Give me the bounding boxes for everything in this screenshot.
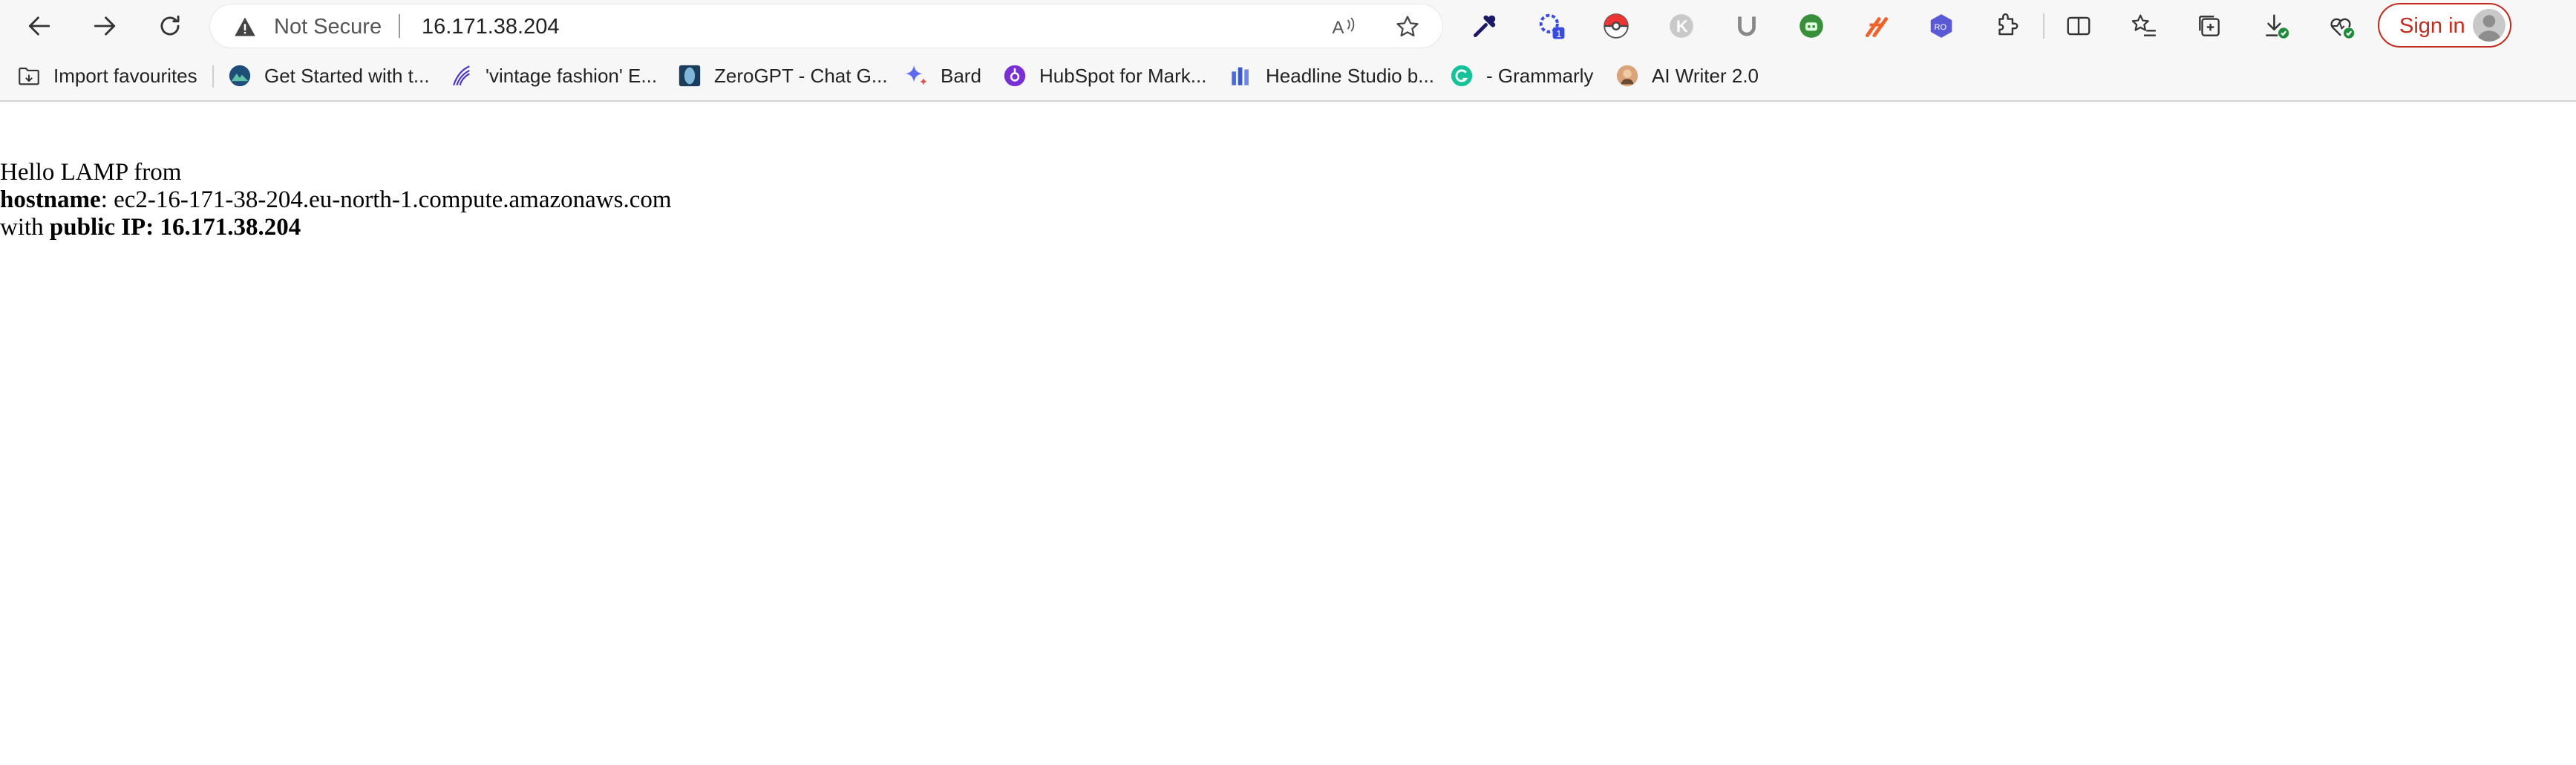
bookmark-label: Get Started with t... — [264, 64, 430, 87]
svg-text:A: A — [1333, 18, 1344, 38]
refresh-button[interactable] — [149, 5, 191, 47]
sign-in-label: Sign in — [2399, 14, 2465, 38]
bookmark-grammarly[interactable]: - Grammarly — [1449, 61, 1593, 91]
downloads-icon[interactable] — [2260, 11, 2290, 41]
bookmark-label: HubSpot for Mark... — [1039, 64, 1207, 87]
url-text[interactable]: 16.171.38.204 — [422, 15, 559, 39]
bookmark-label: Bard — [941, 64, 981, 87]
bookmark-get-started[interactable]: Get Started with t... — [227, 61, 430, 91]
extensions-puzzle-icon[interactable] — [1992, 11, 2021, 41]
svg-text:RO: RO — [1935, 23, 1947, 32]
extension-badge-count: 1 — [1556, 29, 1561, 39]
browser-essentials-icon[interactable] — [2326, 11, 2356, 41]
forward-button[interactable] — [84, 5, 125, 47]
sprout-extension-icon[interactable] — [1862, 11, 1892, 41]
back-button[interactable] — [19, 5, 60, 47]
hubspot-logo-icon — [1002, 63, 1027, 88]
bookmark-label: Headline Studio b... — [1266, 64, 1434, 87]
bookmark-hubspot[interactable]: HubSpot for Mark... — [1002, 61, 1206, 91]
headline-studio-logo-icon — [1229, 63, 1254, 88]
greeting-text: Hello LAMP from — [0, 159, 182, 186]
hostname-line: hostname: ec2-16-171-38-204.eu-north-1.c… — [0, 186, 2576, 214]
bookmark-label: Import favourites — [53, 64, 197, 87]
collections-icon[interactable] — [2194, 11, 2224, 41]
bookmark-zerogpt[interactable]: ZeroGPT - Chat G... — [677, 61, 888, 91]
browser-toolbar: Not Secure 16.171.38.204 A 1 K RO Sign i… — [0, 0, 2576, 52]
bookmark-vintage-fashion[interactable]: 'vintage fashion' E... — [448, 61, 657, 91]
forward-arrow-icon — [94, 16, 116, 36]
profile-avatar-icon — [2473, 9, 2505, 42]
hostname-label: hostname — [0, 186, 101, 213]
grammarly-logo-icon — [1449, 63, 1474, 88]
hex-extension-icon[interactable]: RO — [1926, 11, 1956, 41]
bookmark-label: AI Writer 2.0 — [1652, 64, 1759, 87]
bookmark-bard[interactable]: Bard — [903, 61, 981, 91]
bookmark-headline-studio[interactable]: Headline Studio b... — [1229, 61, 1434, 91]
bookmark-label: ZeroGPT - Chat G... — [714, 64, 888, 87]
hostname-value: : ec2-16-171-38-204.eu-north-1.compute.a… — [100, 186, 672, 213]
import-favourites-icon — [16, 63, 42, 88]
read-aloud-icon[interactable]: A — [1331, 13, 1358, 40]
favorite-star-icon[interactable] — [1394, 13, 1421, 40]
zerogpt-logo-icon — [677, 63, 702, 88]
mountain-logo-icon — [227, 63, 252, 88]
u-extension-icon[interactable] — [1732, 11, 1762, 41]
svg-text:K: K — [1676, 17, 1688, 36]
page-content: Hello LAMP from hostname: ec2-16-171-38-… — [0, 102, 2576, 241]
robot-extension-icon[interactable] — [1797, 11, 1826, 41]
bookmark-import-favourites[interactable]: Import favourites — [16, 61, 197, 91]
ai-extension-icon[interactable]: 1 — [1537, 11, 1566, 41]
bard-sparkle-icon — [903, 63, 929, 88]
feather-logo-icon — [448, 63, 474, 88]
k-extension-icon[interactable]: K — [1667, 11, 1696, 41]
eyedropper-extension-icon[interactable] — [1470, 11, 1500, 41]
address-bar[interactable]: Not Secure 16.171.38.204 A — [210, 4, 1442, 48]
ip-line: with public IP: 16.171.38.204 — [0, 214, 2576, 241]
toolbar-divider — [2043, 13, 2044, 39]
split-screen-icon[interactable] — [2064, 11, 2093, 41]
bookmark-label: - Grammarly — [1486, 64, 1594, 87]
with-text: with — [0, 214, 44, 241]
refresh-icon — [160, 15, 180, 36]
bookmarks-bar: Import favourites Get Started with t... … — [0, 52, 2576, 102]
pokeball-extension-icon[interactable] — [1601, 11, 1631, 41]
warning-triangle-icon[interactable] — [234, 16, 256, 38]
address-divider — [399, 14, 400, 38]
ai-writer-avatar-icon — [1615, 63, 1640, 88]
sign-in-button[interactable]: Sign in — [2378, 3, 2511, 48]
bookmarks-divider — [212, 65, 214, 88]
favorites-list-icon[interactable] — [2129, 11, 2159, 41]
public-ip: public IP: 16.171.38.204 — [49, 214, 301, 241]
bookmark-ai-writer[interactable]: AI Writer 2.0 — [1615, 61, 1759, 91]
back-arrow-icon — [28, 16, 50, 36]
greeting-line: Hello LAMP from — [0, 159, 2576, 186]
bookmark-label: 'vintage fashion' E... — [486, 64, 658, 87]
security-status-label[interactable]: Not Secure — [274, 15, 382, 39]
